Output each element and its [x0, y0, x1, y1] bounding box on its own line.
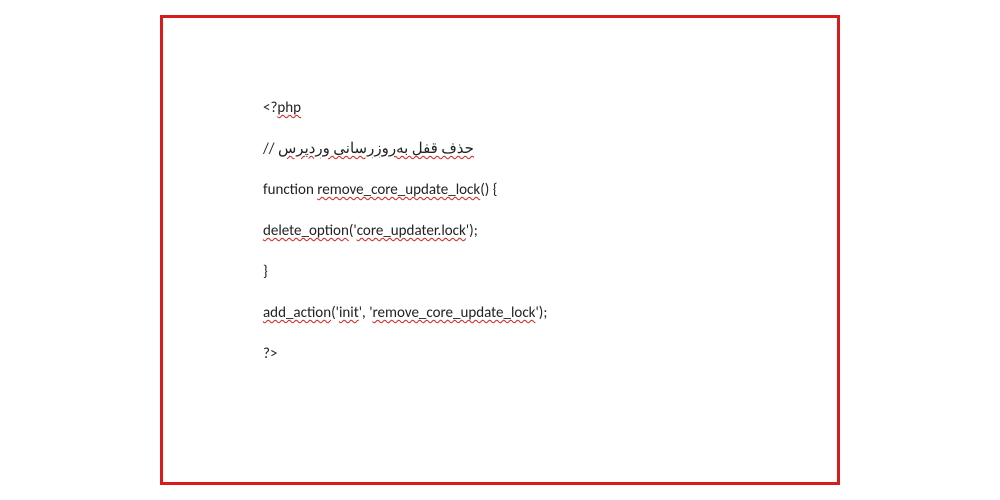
paren-quote-2: (' [331, 304, 339, 322]
php-keyword: php [277, 99, 301, 117]
lock-string: core_updater.lock [357, 222, 466, 240]
function-keyword: function [263, 181, 317, 199]
comma-quote: ', ' [359, 304, 373, 322]
close-paren-2: '); [536, 304, 548, 322]
function-paren: () { [480, 181, 497, 199]
code-line-5: } [263, 262, 737, 283]
function-name: remove_core_update_lock [317, 181, 480, 199]
code-line-4: delete_option('core_updater.lock'); [263, 221, 737, 242]
code-line-6: add_action('init', 'remove_core_update_l… [263, 303, 737, 324]
php-close: ?> [263, 345, 277, 363]
code-block: <?php // حذف قفل به‌روزرسانی وردپرس func… [263, 98, 737, 365]
comment-text: حذف قفل به‌روزرسانی وردپرس [278, 140, 474, 158]
paren-quote: (' [349, 222, 357, 240]
init-string: init [339, 304, 359, 322]
code-line-2: // حذف قفل به‌روزرسانی وردپرس [263, 139, 737, 160]
code-line-7: ?> [263, 344, 737, 365]
add-action-call: add_action [263, 304, 331, 322]
callback-string: remove_core_update_lock [373, 304, 536, 322]
php-open-prefix: <? [263, 99, 277, 117]
comment-slashes: // [263, 140, 278, 158]
delete-option-call: delete_option [263, 222, 349, 240]
close-quote-paren: '); [466, 222, 478, 240]
code-line-3: function remove_core_update_lock() { [263, 180, 737, 201]
code-line-1: <?php [263, 98, 737, 119]
closing-brace: } [263, 263, 268, 281]
code-frame: <?php // حذف قفل به‌روزرسانی وردپرس func… [160, 15, 840, 485]
